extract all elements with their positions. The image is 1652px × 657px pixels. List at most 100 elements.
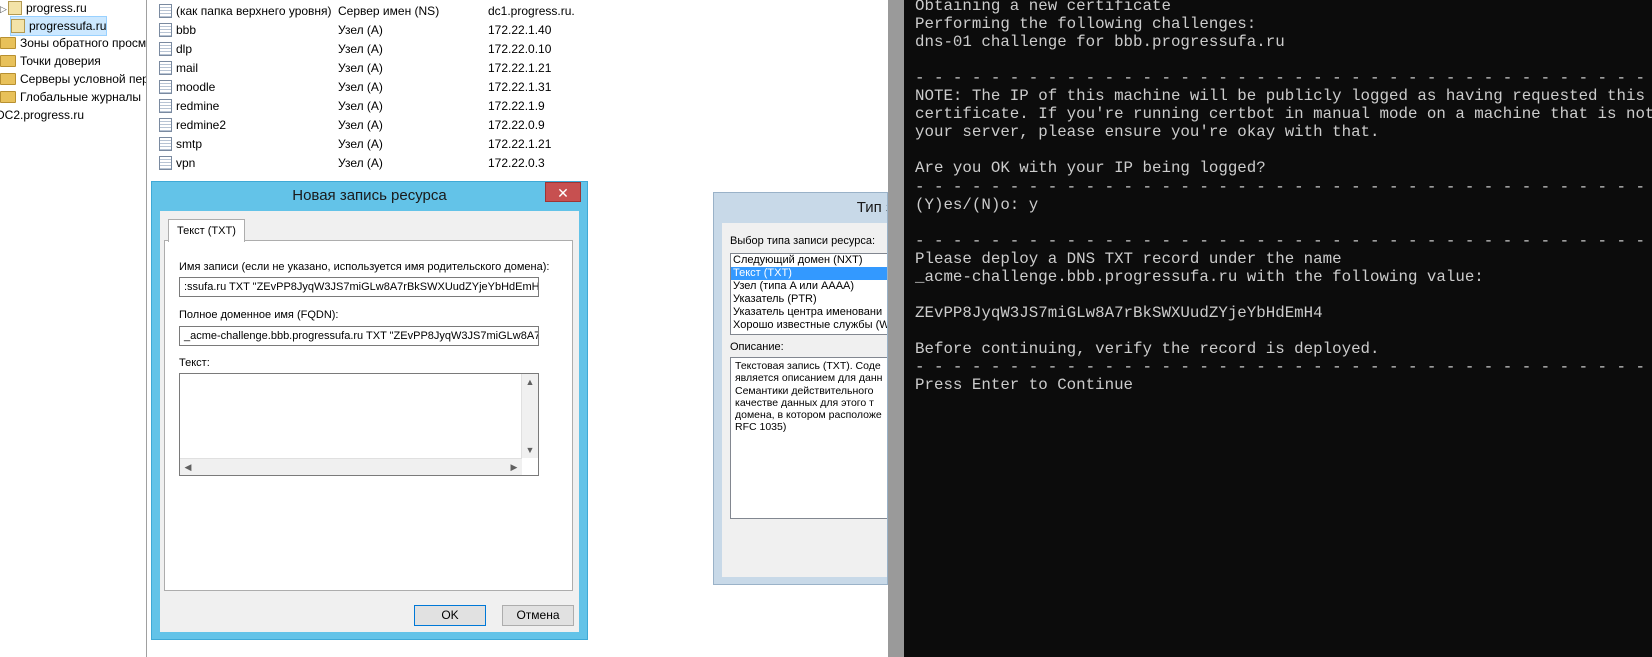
cancel-button[interactable]: Отмена	[502, 605, 574, 626]
description-line: Семантики действительного	[735, 384, 874, 397]
record-name: mail	[176, 61, 199, 75]
description-line: Текстовая запись (TXT). Соде	[735, 360, 881, 372]
terminal-window[interactable]: Obtaining a new certificate Performing th…	[904, 0, 1652, 657]
horizontal-scrollbar[interactable]: ◀ ▶	[180, 458, 522, 475]
scroll-down-icon[interactable]: ▼	[522, 442, 538, 458]
text-label: Текст:	[179, 357, 210, 369]
terminal-line: Are you OK with your IP being logged?	[915, 159, 1266, 178]
record-type-item[interactable]: Указатель (PTR)	[731, 293, 887, 306]
record-data-cell: 172.22.0.9	[488, 118, 545, 132]
dialog-body: Текст (TXT) Имя записи (если не указано,…	[160, 211, 579, 632]
record-name: vpn	[176, 156, 196, 170]
record-type-item[interactable]: Следующий домен (NXT)	[731, 254, 887, 267]
record-icon	[159, 3, 172, 18]
table-row[interactable]: redmine2 Узел (A) 172.22.0.9	[147, 116, 747, 135]
record-name-cell: mail	[147, 59, 327, 78]
record-type-cell: Узел (A)	[338, 118, 383, 132]
description-line: качестве данных для этого т	[735, 396, 874, 409]
tree-item-label: progressufa.ru	[29, 19, 107, 33]
table-row[interactable]: bbb Узел (A) 172.22.1.40	[147, 21, 747, 40]
record-type-cell: Узел (A)	[338, 61, 383, 75]
terminal-line: Obtaining a new certificate	[915, 0, 1171, 15]
table-row[interactable]: moodle Узел (A) 172.22.1.31	[147, 78, 747, 97]
record-name-label: Имя записи (если не указано, используетс…	[179, 261, 550, 273]
record-type-item[interactable]: Текст (TXT)	[731, 267, 887, 280]
tree-item[interactable]: Зоны обратного просм	[0, 34, 146, 52]
vertical-scrollbar[interactable]: ▲ ▼	[521, 374, 538, 458]
tab-txt[interactable]: Текст (TXT)	[168, 219, 245, 242]
tree-item-label: Зоны обратного просм	[20, 36, 147, 50]
table-row[interactable]: vpn Узел (A) 172.22.0.3	[147, 154, 747, 173]
record-name: dlp	[176, 42, 193, 56]
record-name: smtp	[176, 137, 203, 151]
record-type-list-label: Выбор типа записи ресурса:	[730, 235, 876, 247]
tree-item[interactable]: progressufa.ru	[10, 16, 108, 36]
tree-item-label: Глобальные журналы	[20, 90, 142, 104]
zone-icon	[8, 0, 22, 15]
record-type-item[interactable]: Хорошо известные службы (W	[731, 319, 887, 332]
record-name-cell: redmine2	[147, 116, 327, 135]
fqdn-label: Полное доменное имя (FQDN):	[179, 309, 339, 321]
terminal-line: (Y)es/(N)o: y	[915, 195, 1039, 214]
table-row[interactable]: (как папка верхнего уровня) Сервер имен (…	[147, 2, 747, 21]
terminal-line: - - - - - - - - - - - - - - - - - - - - …	[915, 358, 1652, 376]
tree-item-label: DC2.progress.ru	[0, 108, 85, 122]
tab-panel: Имя записи (если не указано, используетс…	[164, 240, 573, 591]
tree-item[interactable]: Глобальные журналы	[0, 88, 141, 106]
table-row[interactable]: redmine Узел (A) 172.22.1.9	[147, 97, 747, 116]
text-input[interactable]: ▲ ▼ ◀ ▶	[179, 373, 539, 476]
record-name-input[interactable]: :ssufa.ru TXT "ZEvPP8JyqW3JS7miGLw8A7rBk…	[179, 277, 539, 297]
record-name-cell: (как папка верхнего уровня)	[147, 2, 332, 21]
description-line: домена, в котором расположе	[735, 409, 882, 422]
record-data-cell: 172.22.1.9	[488, 99, 545, 113]
scroll-up-icon[interactable]: ▲	[522, 374, 538, 390]
terminal-line: - - - - - - - - - - - - - - - - - - - - …	[915, 231, 1652, 250]
terminal-line: your server, please ensure you're okay w…	[915, 123, 1380, 142]
record-data-cell: 172.22.0.10	[488, 42, 552, 56]
record-icon	[159, 79, 172, 94]
terminal-line: NOTE: The IP of this machine will be pub…	[915, 87, 1645, 106]
type-dialog-body: Выбор типа записи ресурса: Следующий дом…	[722, 223, 887, 577]
description-label: Описание:	[730, 341, 784, 353]
description-line: является описанием для данн	[735, 372, 883, 385]
terminal-line: ZEvPP8JyqW3JS7miGLw8A7rBkSWXUudZYjeYbHdE…	[915, 303, 1323, 322]
record-type-cell: Узел (A)	[338, 137, 383, 151]
record-name: redmine	[176, 99, 220, 113]
record-data-cell: 172.22.1.21	[488, 61, 552, 75]
tree-item[interactable]: DC2.progress.ru	[0, 106, 84, 124]
window-divider	[888, 0, 904, 657]
record-type-item[interactable]: Указатель центра именовани	[731, 306, 887, 319]
record-type-list[interactable]: Следующий домен (NXT) Текст (TXT) Узел (ти…	[730, 253, 887, 335]
record-name-cell: vpn	[147, 154, 327, 173]
table-row[interactable]: smtp Узел (A) 172.22.1.21	[147, 135, 747, 154]
record-name-cell: dlp	[147, 40, 327, 59]
tree-item[interactable]: ▷ progress.ru	[0, 0, 87, 17]
terminal-line: _acme-challenge.bbb.progressufa.ru with …	[915, 267, 1484, 286]
table-row[interactable]: mail Узел (A) 172.22.1.21	[147, 59, 747, 78]
record-data-cell: dc1.progress.ru.	[488, 4, 575, 18]
dialog-title: Новая запись ресурса	[292, 187, 447, 204]
record-icon	[159, 117, 172, 132]
record-name-cell: redmine	[147, 97, 327, 116]
record-data-cell: 172.22.1.40	[488, 23, 552, 37]
folder-icon	[0, 36, 16, 49]
tree-item[interactable]: Серверы условной пере	[0, 70, 146, 88]
zone-icon	[11, 18, 25, 33]
expand-arrow-icon[interactable]: ▷	[0, 0, 8, 18]
record-type-cell: Сервер имен (NS)	[338, 4, 440, 18]
terminal-line: Performing the following challenges:	[915, 15, 1257, 34]
scroll-left-icon[interactable]: ◀	[180, 459, 196, 475]
fqdn-field: _acme-challenge.bbb.progressufa.ru TXT "…	[179, 326, 539, 346]
record-name: moodle	[176, 80, 216, 94]
ok-button[interactable]: OK	[414, 605, 486, 626]
close-button[interactable]: ✕	[545, 182, 581, 202]
record-type-cell: Узел (A)	[338, 99, 383, 113]
record-icon	[159, 98, 172, 113]
table-row[interactable]: dlp Узел (A) 172.22.0.10	[147, 40, 747, 59]
tree-item[interactable]: Точки доверия	[0, 52, 101, 70]
scroll-right-icon[interactable]: ▶	[506, 459, 522, 475]
dns-zone-tree: ▷ progress.ru progressufa.ru Зоны обратного…	[0, 0, 147, 657]
record-type-item[interactable]: Узел (типа A или AAAA)	[731, 280, 887, 293]
terminal-line: Press Enter to Continue	[915, 376, 1134, 395]
record-name-cell: moodle	[147, 78, 327, 97]
